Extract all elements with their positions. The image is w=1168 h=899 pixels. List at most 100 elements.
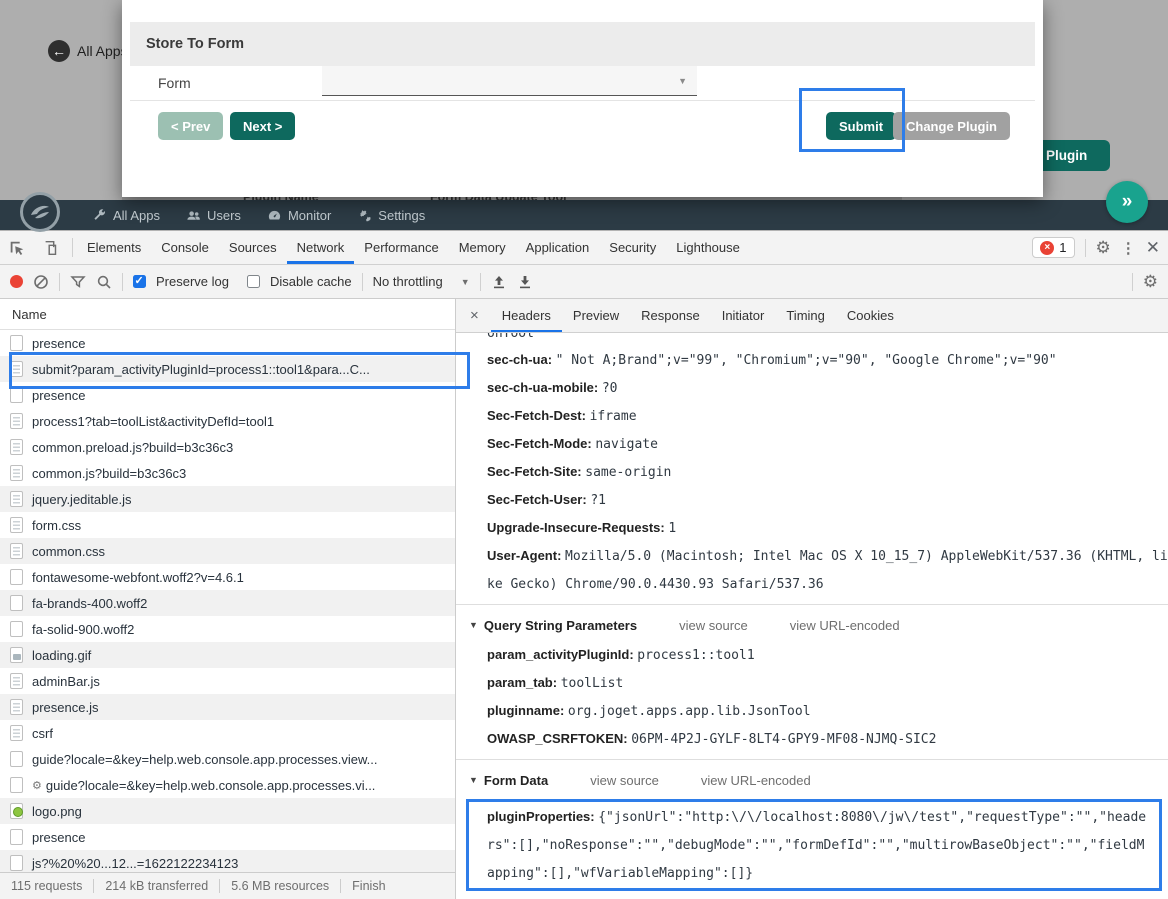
- detail-tab-preview[interactable]: Preview: [562, 299, 630, 332]
- request-row[interactable]: presence: [0, 824, 455, 850]
- headers-content: onTool sec-ch-ua: " Not A;Brand";v="99",…: [456, 333, 1168, 899]
- file-icon: [10, 855, 23, 871]
- request-row[interactable]: ⚙guide?locale=&key=help.web.console.app.…: [0, 772, 455, 798]
- tab-sources[interactable]: Sources: [219, 231, 287, 264]
- record-button[interactable]: [10, 275, 23, 288]
- all-apps-back-link[interactable]: ← All Apps: [48, 40, 128, 62]
- sidebar-item-monitor[interactable]: Monitor: [267, 208, 331, 223]
- prev-button[interactable]: < Prev: [158, 112, 223, 140]
- request-row[interactable]: process1?tab=toolList&activityDefId=tool…: [0, 408, 455, 434]
- store-to-form-dialog: Store To Form Form ▼ < Prev Next > Submi…: [122, 0, 1043, 197]
- view-source-link[interactable]: view source: [679, 610, 748, 641]
- preserve-log-checkbox[interactable]: [133, 275, 146, 288]
- request-row[interactable]: jquery.jeditable.js: [0, 486, 455, 512]
- request-name: guide?locale=&key=help.web.console.app.p…: [32, 752, 377, 767]
- inspect-element-icon[interactable]: [0, 231, 34, 264]
- header-line: OWASP_CSRFTOKEN: 06PM-4P2J-GYLF-8LT4-GPY…: [456, 725, 1168, 753]
- request-row[interactable]: presence: [0, 330, 455, 356]
- request-row[interactable]: fa-solid-900.woff2: [0, 616, 455, 642]
- image-icon: [10, 803, 23, 819]
- header-value: org.joget.apps.app.lib.JsonTool: [568, 704, 811, 719]
- search-icon[interactable]: [96, 274, 112, 290]
- detail-tab-initiator[interactable]: Initiator: [711, 299, 776, 332]
- tab-application[interactable]: Application: [516, 231, 600, 264]
- submit-button[interactable]: Submit: [826, 112, 896, 140]
- request-row[interactable]: common.css: [0, 538, 455, 564]
- change-plugin-button[interactable]: Change Plugin: [893, 112, 1010, 140]
- name-column-header[interactable]: Name: [0, 299, 455, 330]
- tab-security[interactable]: Security: [599, 231, 666, 264]
- tab-console[interactable]: Console: [151, 231, 219, 264]
- sidebar-item-settings[interactable]: Settings: [357, 208, 425, 223]
- more-options-icon[interactable]: ⋮: [1121, 239, 1136, 257]
- next-button[interactable]: Next >: [230, 112, 295, 140]
- tab-lighthouse[interactable]: Lighthouse: [666, 231, 750, 264]
- detail-tab-timing[interactable]: Timing: [775, 299, 836, 332]
- close-detail-icon[interactable]: ×: [456, 299, 491, 332]
- throttling-value: No throttling: [373, 274, 443, 289]
- header-line: sec-ch-ua: " Not A;Brand";v="99", "Chrom…: [456, 346, 1168, 374]
- view-url-encoded-link[interactable]: view URL-encoded: [701, 765, 811, 796]
- disable-cache-checkbox[interactable]: [247, 275, 260, 288]
- request-row[interactable]: adminBar.js: [0, 668, 455, 694]
- tab-elements[interactable]: Elements: [77, 231, 151, 264]
- section-divider: [456, 759, 1168, 760]
- filter-icon[interactable]: [70, 274, 86, 290]
- request-row[interactable]: loading.gif: [0, 642, 455, 668]
- app-logo[interactable]: [20, 192, 60, 232]
- throttling-select[interactable]: No throttling ▼: [373, 274, 470, 289]
- header-line: Sec-Fetch-Site: same-origin: [456, 458, 1168, 486]
- tab-network[interactable]: Network: [287, 231, 355, 264]
- dialog-divider: [130, 100, 1035, 101]
- tab-memory[interactable]: Memory: [449, 231, 516, 264]
- expand-admin-bar-button[interactable]: »: [1106, 181, 1148, 223]
- divider: [1085, 239, 1086, 257]
- detail-tab-headers[interactable]: Headers: [491, 299, 562, 332]
- document-icon: [10, 439, 23, 455]
- header-key: Sec-Fetch-Mode:: [487, 436, 595, 451]
- request-row[interactable]: submit?param_activityPluginId=process1::…: [0, 356, 455, 382]
- form-select[interactable]: ▼: [322, 66, 697, 96]
- request-name: js?%20%20...12...=1622122234123: [32, 856, 238, 871]
- users-icon: [186, 208, 201, 223]
- document-icon: [10, 465, 23, 481]
- import-har-icon[interactable]: [491, 274, 507, 290]
- request-row[interactable]: presence: [0, 382, 455, 408]
- network-settings-icon[interactable]: ⚙: [1143, 272, 1158, 292]
- detail-tab-cookies[interactable]: Cookies: [836, 299, 905, 332]
- back-arrow-icon: ←: [48, 40, 70, 62]
- tab-performance[interactable]: Performance: [354, 231, 448, 264]
- header-key: Sec-Fetch-User:: [487, 492, 590, 507]
- document-icon: [10, 543, 23, 559]
- request-row[interactable]: fa-brands-400.woff2: [0, 590, 455, 616]
- view-url-encoded-link[interactable]: view URL-encoded: [790, 610, 900, 641]
- view-source-link[interactable]: view source: [590, 765, 659, 796]
- request-row[interactable]: js?%20%20...12...=1622122234123: [0, 850, 455, 872]
- request-row[interactable]: form.css: [0, 512, 455, 538]
- header-value: " Not A;Brand";v="99", "Chromium";v="90"…: [556, 353, 1057, 368]
- triangle-down-icon[interactable]: ▼: [469, 765, 478, 796]
- request-row[interactable]: presence.js: [0, 694, 455, 720]
- devtools-settings-icon[interactable]: ⚙: [1096, 238, 1111, 258]
- triangle-down-icon[interactable]: ▼: [469, 610, 478, 641]
- request-name: fa-solid-900.woff2: [32, 622, 134, 637]
- clear-icon[interactable]: [33, 274, 49, 290]
- status-segment: 115 requests: [0, 879, 94, 893]
- sidebar-item-all-apps[interactable]: All Apps: [92, 208, 160, 223]
- export-har-icon[interactable]: [517, 274, 533, 290]
- detail-tab-response[interactable]: Response: [630, 299, 711, 332]
- device-toolbar-icon[interactable]: [34, 231, 68, 264]
- request-row[interactable]: common.js?build=b3c36c3: [0, 460, 455, 486]
- request-row[interactable]: csrf: [0, 720, 455, 746]
- divider: [480, 273, 481, 291]
- status-segment: 5.6 MB resources: [220, 879, 341, 893]
- requests-panel: Name presencesubmit?param_activityPlugin…: [0, 299, 456, 899]
- chevron-down-icon: ▼: [461, 277, 470, 287]
- request-row[interactable]: guide?locale=&key=help.web.console.app.p…: [0, 746, 455, 772]
- request-row[interactable]: fontawesome-webfont.woff2?v=4.6.1: [0, 564, 455, 590]
- sidebar-item-users[interactable]: Users: [186, 208, 241, 223]
- request-row[interactable]: common.preload.js?build=b3c36c3: [0, 434, 455, 460]
- close-devtools-icon[interactable]: ✕: [1146, 238, 1160, 258]
- error-badge[interactable]: × 1: [1032, 237, 1074, 258]
- request-row[interactable]: logo.png: [0, 798, 455, 824]
